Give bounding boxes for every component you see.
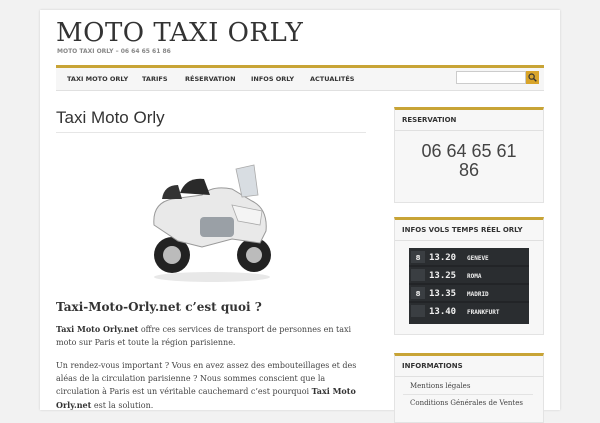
phone-line-2: 86 bbox=[458, 160, 480, 180]
phone-number[interactable]: 06 64 65 61 86 bbox=[395, 142, 543, 180]
board-time-1: 13.20 bbox=[429, 253, 456, 263]
nav-item-taxi-moto-orly[interactable]: TAXI MOTO ORLY bbox=[67, 75, 128, 83]
search-button[interactable] bbox=[526, 71, 539, 84]
svg-text:8: 8 bbox=[416, 290, 421, 298]
nav-item-infos-orly[interactable]: INFOS ORLY bbox=[251, 75, 294, 83]
board-graphic: 8 8 13.20 13.25 13.35 13.40 GENEVE ROMA … bbox=[409, 248, 529, 324]
board-dest-3: MADRID bbox=[467, 291, 489, 298]
link-mentions-legales[interactable]: Mentions légales bbox=[410, 382, 470, 390]
intro-paragraph: Taxi Moto Orly.net offre ces services de… bbox=[56, 323, 371, 349]
board-dest-1: GENEVE bbox=[467, 255, 489, 262]
informations-widget: INFORMATIONS Mentions légales Conditions… bbox=[394, 353, 544, 423]
widget-divider bbox=[395, 376, 543, 377]
reservation-widget: RESERVATION 06 64 65 61 86 bbox=[394, 107, 544, 203]
departure-board-image[interactable]: 8 8 13.20 13.25 13.35 13.40 GENEVE ROMA … bbox=[409, 248, 529, 324]
site-title[interactable]: MOTO TAXI ORLY bbox=[56, 18, 303, 48]
board-time-4: 13.40 bbox=[429, 307, 456, 317]
widget-divider bbox=[395, 240, 543, 241]
second-end: est la solution. bbox=[91, 400, 154, 410]
flights-widget: INFOS VOLS TEMPS RÉEL ORLY 8 8 13.20 13.… bbox=[394, 217, 544, 335]
board-time-2: 13.25 bbox=[429, 271, 456, 281]
board-dest-4: FRANKFURT bbox=[467, 309, 500, 316]
phone-line-1: 06 64 65 61 bbox=[421, 141, 517, 161]
board-dest-2: ROMA bbox=[467, 273, 482, 280]
motorcycle-image bbox=[153, 164, 271, 282]
page-container: MOTO TAXI ORLY MOTO TAXI ORLY – 06 64 65… bbox=[40, 10, 560, 423]
second-paragraph: Un rendez-vous important ? Vous en avez … bbox=[56, 360, 371, 412]
brand-strong: Taxi Moto Orly.net bbox=[56, 324, 139, 334]
nav-item-tarifs[interactable]: TARIFS bbox=[142, 75, 168, 83]
widget-divider bbox=[395, 130, 543, 131]
search-input[interactable] bbox=[456, 71, 526, 84]
title-divider bbox=[56, 132, 366, 133]
section-heading: Taxi-Moto-Orly.net c’est quoi ? bbox=[56, 300, 262, 314]
page-title: Taxi Moto Orly bbox=[56, 108, 165, 127]
widget-title-informations: INFORMATIONS bbox=[402, 362, 463, 370]
board-time-3: 13.35 bbox=[429, 289, 456, 299]
site-description: MOTO TAXI ORLY – 06 64 65 61 86 bbox=[57, 48, 171, 55]
main-navigation: TAXI MOTO ORLY TARIFS RÉSERVATION INFOS … bbox=[56, 65, 544, 91]
search-icon bbox=[528, 73, 537, 82]
link-conditions-generales[interactable]: Conditions Générales de Ventes bbox=[410, 399, 523, 407]
link-divider bbox=[403, 394, 533, 395]
widget-title-flights: INFOS VOLS TEMPS RÉEL ORLY bbox=[402, 226, 523, 234]
svg-text:8: 8 bbox=[416, 254, 421, 262]
nav-item-reservation[interactable]: RÉSERVATION bbox=[185, 75, 236, 83]
widget-title-reservation: RESERVATION bbox=[402, 116, 457, 124]
nav-item-actualites[interactable]: ACTUALITÉS bbox=[310, 75, 354, 83]
